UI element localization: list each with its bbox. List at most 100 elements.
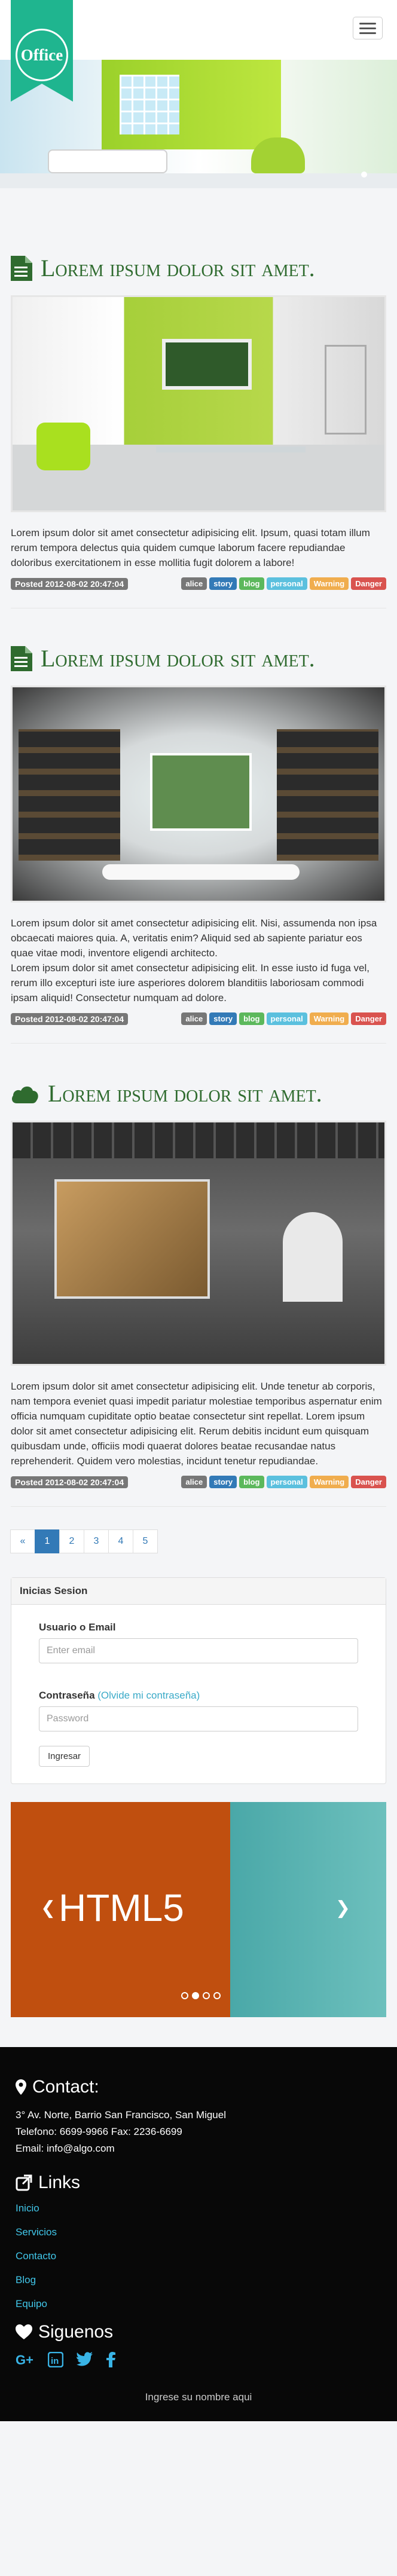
pagination-page[interactable]: 4 xyxy=(108,1529,133,1553)
document-icon xyxy=(11,645,32,671)
top-bar: Office xyxy=(0,0,397,102)
tag[interactable]: personal xyxy=(266,1012,307,1025)
tag[interactable]: Warning xyxy=(309,1012,349,1025)
post-title-text: Lorem ipsum dolor sit amet. xyxy=(41,645,315,672)
slide-label: HTML5 xyxy=(59,1886,184,1929)
linkedin-icon[interactable]: in xyxy=(48,2352,63,2367)
hero-dot[interactable] xyxy=(361,172,367,178)
post-image xyxy=(11,686,386,902)
post-title[interactable]: Lorem ipsum dolor sit amet. xyxy=(11,254,386,282)
email-field[interactable]: Enter email xyxy=(39,1638,358,1663)
logo[interactable]: Office xyxy=(16,29,68,81)
blog-post: Lorem ipsum dolor sit amet. Lorem ipsum … xyxy=(11,1044,386,1507)
tag[interactable]: personal xyxy=(266,577,307,590)
tag[interactable]: story xyxy=(209,1476,237,1488)
google-plus-icon[interactable]: G+ xyxy=(16,2352,35,2367)
tag-list: alice story blog personal Warning Danger xyxy=(181,1012,386,1025)
email: Email: info@algo.com xyxy=(16,2143,115,2154)
login-form: Usuario o Email Enter email Contraseña (… xyxy=(11,1605,386,1783)
pagination-page[interactable]: 5 xyxy=(133,1529,158,1553)
tag[interactable]: story xyxy=(209,1012,237,1025)
pagination-page[interactable]: 1 xyxy=(35,1529,60,1553)
post-text: Lorem ipsum dolor sit amet consectetur a… xyxy=(11,917,377,1004)
external-link-icon xyxy=(16,2174,32,2191)
blog-post: Lorem ipsum dolor sit amet. Lorem ipsum … xyxy=(11,188,386,608)
address: 3° Av. Norte, Barrio San Francisco, San … xyxy=(16,2109,226,2121)
facebook-icon[interactable] xyxy=(106,2352,116,2367)
tag-list: alice story blog personal Warning Danger xyxy=(181,577,386,590)
tag[interactable]: personal xyxy=(266,1476,307,1488)
slider-dots xyxy=(181,1992,221,1999)
footer: Contact: 3° Av. Norte, Barrio San Franci… xyxy=(0,2047,397,2421)
footer-link-inicio[interactable]: Inicio xyxy=(16,2202,381,2214)
slider-dot[interactable] xyxy=(181,1992,188,1999)
pagination-page[interactable]: 2 xyxy=(59,1529,84,1553)
pagination-prev[interactable]: « xyxy=(10,1529,35,1553)
footer-link-contacto[interactable]: Contacto xyxy=(16,2250,381,2262)
login-button[interactable]: Ingresar xyxy=(39,1746,90,1767)
pagination-page[interactable]: 3 xyxy=(84,1529,109,1553)
posts-section: Lorem ipsum dolor sit amet. Lorem ipsum … xyxy=(0,188,397,2017)
post-date-badge: Posted 2012-08-02 20:47:04 xyxy=(11,1012,129,1025)
twitter-icon[interactable] xyxy=(77,2352,93,2366)
tag[interactable]: Warning xyxy=(309,1476,349,1488)
post-date-badge: Posted 2012-08-02 20:47:04 xyxy=(11,1476,129,1488)
tag[interactable]: blog xyxy=(239,577,264,590)
social-links: G+ in xyxy=(16,2352,381,2367)
tag[interactable]: Warning xyxy=(309,577,349,590)
tag[interactable]: story xyxy=(209,577,237,590)
tag[interactable]: alice xyxy=(181,1012,207,1025)
contact-heading: Contact: xyxy=(16,2077,381,2097)
post-meta: Posted 2012-08-02 20:47:04 alice story b… xyxy=(11,1476,386,1488)
post-text: Lorem ipsum dolor sit amet consectetur a… xyxy=(11,527,370,568)
forgot-password-link[interactable]: (Olvide mi contraseña) xyxy=(97,1690,200,1701)
slider-dot[interactable] xyxy=(192,1992,199,1999)
post-title[interactable]: Lorem ipsum dolor sit amet. xyxy=(11,644,386,672)
logo-text: Office xyxy=(20,45,63,64)
footer-link-servicios[interactable]: Servicios xyxy=(16,2226,381,2238)
logo-ribbon[interactable]: Office xyxy=(11,0,73,102)
post-title[interactable]: Lorem ipsum dolor sit amet. xyxy=(11,1079,386,1108)
cloud-icon xyxy=(12,1086,38,1103)
tag[interactable]: blog xyxy=(239,1012,264,1025)
links-heading: Links xyxy=(16,2173,381,2193)
tag[interactable]: Danger xyxy=(351,1476,386,1488)
post-meta: Posted 2012-08-02 20:47:04 alice story b… xyxy=(11,1012,386,1025)
phone: Telefono: 6699-9966 Fax: 2236-6699 xyxy=(16,2126,182,2137)
heart-icon xyxy=(16,2324,32,2339)
footer-link-blog[interactable]: Blog xyxy=(16,2274,381,2286)
document-icon xyxy=(11,255,32,281)
login-title: Inicias Sesion xyxy=(11,1578,386,1605)
svg-text:G+: G+ xyxy=(16,2352,33,2367)
contact-info: 3° Av. Norte, Barrio San Francisco, San … xyxy=(16,2107,381,2157)
slider-dot[interactable] xyxy=(203,1992,210,1999)
user-label: Usuario o Email xyxy=(39,1622,116,1633)
svg-text:in: in xyxy=(51,2356,59,2366)
chevron-right-icon[interactable]: ❯ xyxy=(335,1898,350,1919)
tag[interactable]: alice xyxy=(181,577,207,590)
password-label: Contraseña (Olvide mi contraseña) xyxy=(39,1690,200,1701)
post-title-text: Lorem ipsum dolor sit amet. xyxy=(41,255,315,282)
tag[interactable]: Danger xyxy=(351,577,386,590)
post-meta: Posted 2012-08-02 20:47:04 alice story b… xyxy=(11,577,386,590)
password-field[interactable]: Password xyxy=(39,1706,358,1731)
footer-copyright: Ingrese su nombre aqui xyxy=(145,2391,252,2403)
blog-post: Lorem ipsum dolor sit amet. Lorem ipsum … xyxy=(11,608,386,1044)
slider-dot[interactable] xyxy=(213,1992,221,1999)
pagination: « 1 2 3 4 5 xyxy=(10,1529,386,1553)
login-panel: Inicias Sesion Usuario o Email Enter ema… xyxy=(11,1577,386,1784)
image-slider: ❮ HTML5 ❯ xyxy=(11,1802,386,2017)
tag-list: alice story blog personal Warning Danger xyxy=(181,1476,386,1488)
hamburger-icon[interactable] xyxy=(353,17,383,39)
post-image xyxy=(11,295,386,512)
post-image xyxy=(11,1121,386,1366)
tag[interactable]: blog xyxy=(239,1476,264,1488)
tag[interactable]: alice xyxy=(181,1476,207,1488)
tag[interactable]: Danger xyxy=(351,1012,386,1025)
map-marker-icon xyxy=(16,2079,26,2095)
post-title-text: Lorem ipsum dolor sit amet. xyxy=(48,1080,322,1107)
post-date-badge: Posted 2012-08-02 20:47:04 xyxy=(11,577,129,590)
footer-link-equipo[interactable]: Equipo xyxy=(16,2298,381,2310)
chevron-left-icon[interactable]: ❮ xyxy=(41,1898,56,1919)
post-text: Lorem ipsum dolor sit amet consectetur a… xyxy=(11,1381,382,1467)
